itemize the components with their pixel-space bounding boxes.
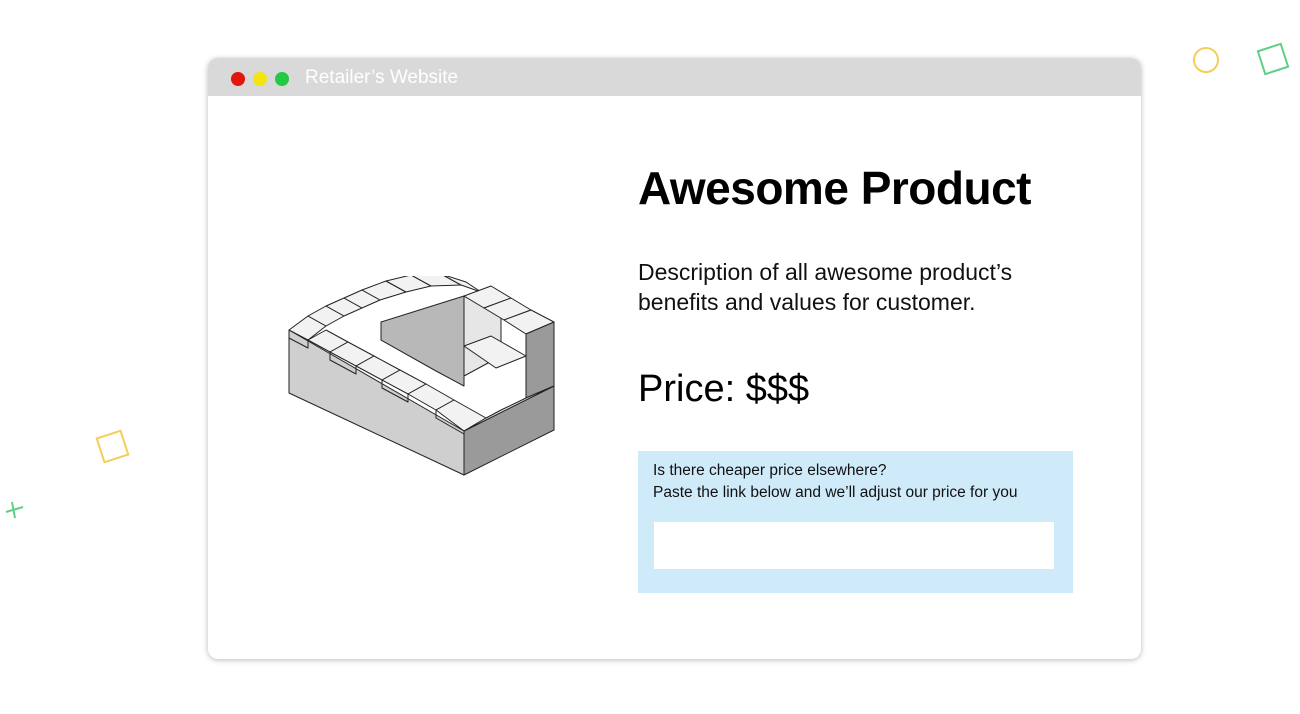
product-title: Awesome Product bbox=[638, 162, 1031, 214]
maximize-window-button[interactable] bbox=[275, 72, 289, 86]
product-description: Description of all awesome product’s ben… bbox=[638, 259, 1013, 315]
impossible-staircase-illustration bbox=[288, 276, 555, 476]
close-window-button[interactable] bbox=[231, 72, 245, 86]
price-match-panel: Is there cheaper price elsewhere? Paste … bbox=[638, 451, 1073, 593]
browser-window: Retailer’s Website Awesome Product Descr… bbox=[208, 58, 1141, 659]
minimize-window-button[interactable] bbox=[253, 72, 267, 86]
window-titlebar: Retailer’s Website bbox=[208, 58, 1141, 96]
window-title: Retailer’s Website bbox=[305, 67, 459, 88]
diamond-outline-icon bbox=[95, 429, 130, 464]
competitor-link-input[interactable] bbox=[654, 522, 1054, 569]
diamond-outline-icon bbox=[1256, 42, 1290, 76]
circle-outline-icon bbox=[1193, 47, 1219, 73]
price-match-instructions: Paste the link below and we’ll adjust ou… bbox=[653, 484, 1018, 501]
plus-icon bbox=[5, 501, 24, 519]
page-canvas: Retailer’s Website Awesome Product Descr… bbox=[0, 0, 1300, 714]
product-price: Price: $$$ bbox=[638, 368, 810, 410]
price-match-question: Is there cheaper price elsewhere? bbox=[653, 462, 887, 479]
